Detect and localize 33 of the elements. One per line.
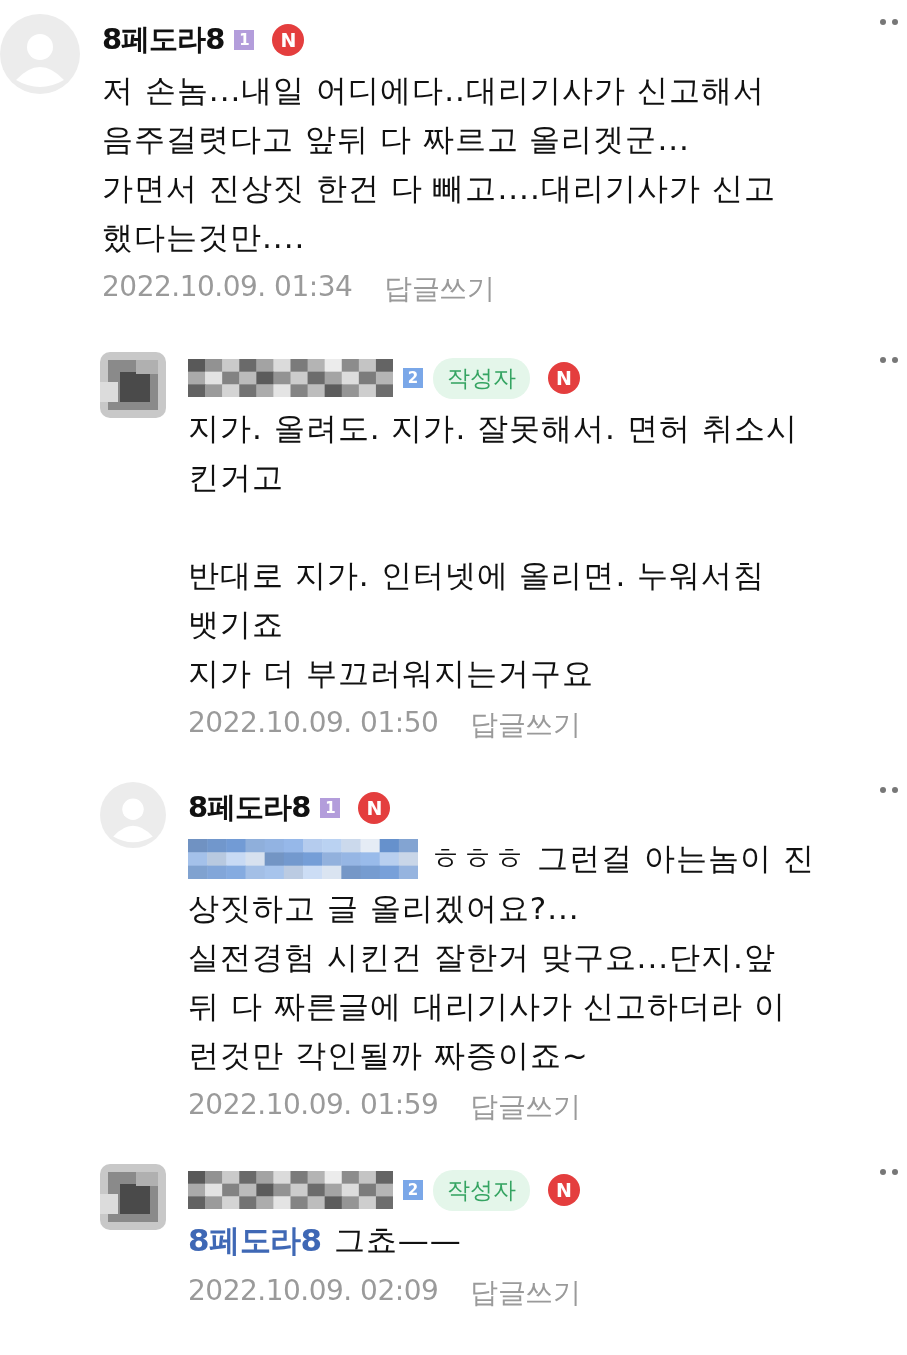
comment-text: 반대로 지가. 인터넷에 올리면. 누워서침 뱃기죠 지가 더 부끄러워지는거구요 xyxy=(188,556,767,693)
comment-text: 그쵸—— xyxy=(333,1221,462,1260)
mention-link[interactable]: 8페도라8 xyxy=(188,1220,322,1262)
comment-date: 2022.10.09. 01:50 xyxy=(188,706,439,741)
reply-link[interactable]: 답글쓰기 xyxy=(470,706,581,744)
level-badge: 1 xyxy=(234,30,255,50)
comment-text: 저 손놈...내일 어디에다..대리기사가 신고해서 음주걸렷다고 앞뒤 다 짜르고 올리겟군... 가면서 진상짓 한건 다 빼고....대리기사가 신고 했다는것만.... xyxy=(102,71,777,257)
new-badge: N xyxy=(358,792,391,824)
blurred-avatar xyxy=(100,1164,166,1230)
more-icon[interactable] xyxy=(879,786,899,794)
new-badge: N xyxy=(548,362,580,394)
author-name[interactable]: 8페도라8 xyxy=(102,20,225,60)
comment-text: 상짓하고 글 올리겠어요?... 실전경험 시킨건 잘한거 맞구요...단지.앞 뒤 다 짜른글에 대리기사가 신고하더라 이 런것만 각인될까 짜증이죠~ xyxy=(188,889,788,1075)
comment-date: 2022.10.09. 01:59 xyxy=(188,1088,439,1123)
comment-text: ㅎㅎㅎ 그런걸 아는놈이 진 xyxy=(430,839,815,878)
comment-date: 2022.10.09. 02:09 xyxy=(188,1274,439,1309)
level-badge: 1 xyxy=(320,798,341,818)
new-badge: N xyxy=(272,24,305,56)
level-badge: 2 xyxy=(403,1180,423,1200)
new-badge: N xyxy=(548,1174,580,1206)
more-icon[interactable] xyxy=(879,356,899,364)
more-icon[interactable] xyxy=(879,1168,899,1176)
comment-date: 2022.10.09. 01:34 xyxy=(102,270,353,305)
more-icon[interactable] xyxy=(879,18,899,26)
reply-link[interactable]: 답글쓰기 xyxy=(470,1088,581,1126)
comment-text: 지가. 올려도. 지가. 잘못해서. 면허 취소시 킨거고 xyxy=(188,409,799,497)
reply-link[interactable]: 답글쓰기 xyxy=(384,270,495,308)
level-badge: 2 xyxy=(403,368,423,388)
author-name[interactable]: 8페도라8 xyxy=(188,788,311,828)
reply-link[interactable]: 답글쓰기 xyxy=(470,1274,581,1312)
writer-badge: 작성자 xyxy=(433,1169,530,1211)
blurred-avatar xyxy=(100,352,166,418)
writer-badge: 작성자 xyxy=(433,357,530,399)
